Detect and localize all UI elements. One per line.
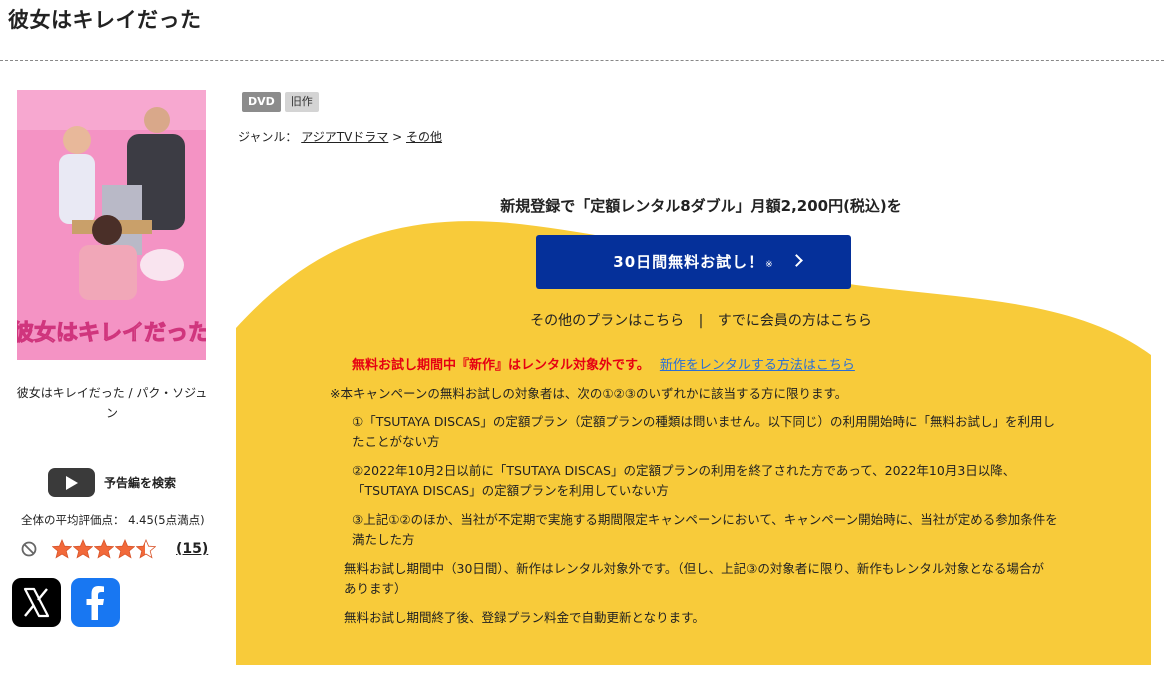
other-plans-link[interactable]: その他のプランはこちら [530, 313, 684, 329]
genre-link-asian-tv-drama[interactable]: アジアTVドラマ [301, 130, 388, 144]
promo-headline: 新規登録で「定額レンタル8ダブル」月額2,200円(税込)を [500, 197, 902, 215]
free-trial-note-mark: ※ [765, 260, 774, 270]
genre-separator: > [392, 130, 403, 144]
campaign-condition-1: ①「TSUTAYA DISCAS」の定額プラン（定額プランの種類は問いません。以… [352, 414, 1055, 449]
x-logo-icon[interactable] [12, 578, 61, 627]
cover-artwork: 彼女はキレイだった [17, 90, 206, 360]
product-caption: 彼女はキレイだった / パク・ソジュン [16, 386, 208, 420]
new-release-warning: 無料お試し期間中『新作』はレンタル対象外です。 新作をレンタルする方法はこちら [352, 354, 855, 373]
free-trial-button[interactable]: 30日間無料お試し！※ [536, 235, 851, 289]
cover-title-text: 彼女はキレイだった [17, 320, 206, 346]
trial-period-note: 無料お試し期間中（30日間）、新作はレンタル対象外です。（但し、上記③の対象者に… [344, 561, 1044, 596]
genre-breadcrumb: ジャンル： アジアTVドラマ > その他 [238, 128, 442, 145]
title-divider [0, 60, 1164, 61]
release-status-badge: 旧作 [284, 92, 319, 112]
star-icon [136, 539, 156, 559]
star-icon [73, 539, 93, 559]
facebook-logo-icon[interactable] [71, 578, 120, 627]
free-trial-label: 30日間無料お試し！ [613, 253, 765, 271]
campaign-condition-3: ③上記①②のほか、当社が不定期で実施する期間限定キャンペーンにおいて、キャンペー… [352, 512, 1058, 547]
trailer-search-link[interactable]: 予告編を検索 [104, 474, 176, 491]
campaign-note: ※本キャンペーンの無料お試しの対象者は、次の①②③のいずれかに該当する方に限りま… [330, 386, 848, 401]
member-login-link[interactable]: すでに会員の方はこちら [718, 313, 872, 329]
format-badge: DVD [242, 92, 281, 112]
new-rental-howto-link[interactable]: 新作をレンタルする方法はこちら [660, 358, 855, 373]
dvd-cover-image[interactable]: 彼女はキレイだった [17, 90, 206, 360]
prohibited-icon[interactable] [21, 541, 37, 557]
warning-text: 無料お試し期間中『新作』はレンタル対象外です。 [352, 358, 650, 373]
review-count-link[interactable]: (15) [176, 541, 208, 557]
genre-label: ジャンル： [238, 130, 298, 144]
star-icon [52, 539, 72, 559]
link-separator: | [698, 313, 704, 329]
chevron-right-icon [790, 254, 803, 267]
plan-links: その他のプランはこちら | すでに会員の方はこちら [236, 310, 1164, 330]
genre-link-other[interactable]: その他 [406, 130, 442, 144]
play-icon[interactable] [48, 468, 95, 497]
badge-list: DVD 旧作 [242, 92, 319, 112]
star-icon [94, 539, 114, 559]
page-title: 彼女はキレイだった [8, 8, 202, 32]
campaign-condition-2: ②2022年10月2日以前に「TSUTAYA DISCAS」の定額プランの利用を… [352, 463, 1016, 498]
star-rating [52, 539, 157, 559]
auto-renewal-note: 無料お試し期間終了後、登録プラン料金で自動更新となります。 [344, 610, 705, 625]
star-icon [115, 539, 135, 559]
average-rating-text: 全体の平均評価点： 4.45(5点満点) [21, 513, 205, 527]
